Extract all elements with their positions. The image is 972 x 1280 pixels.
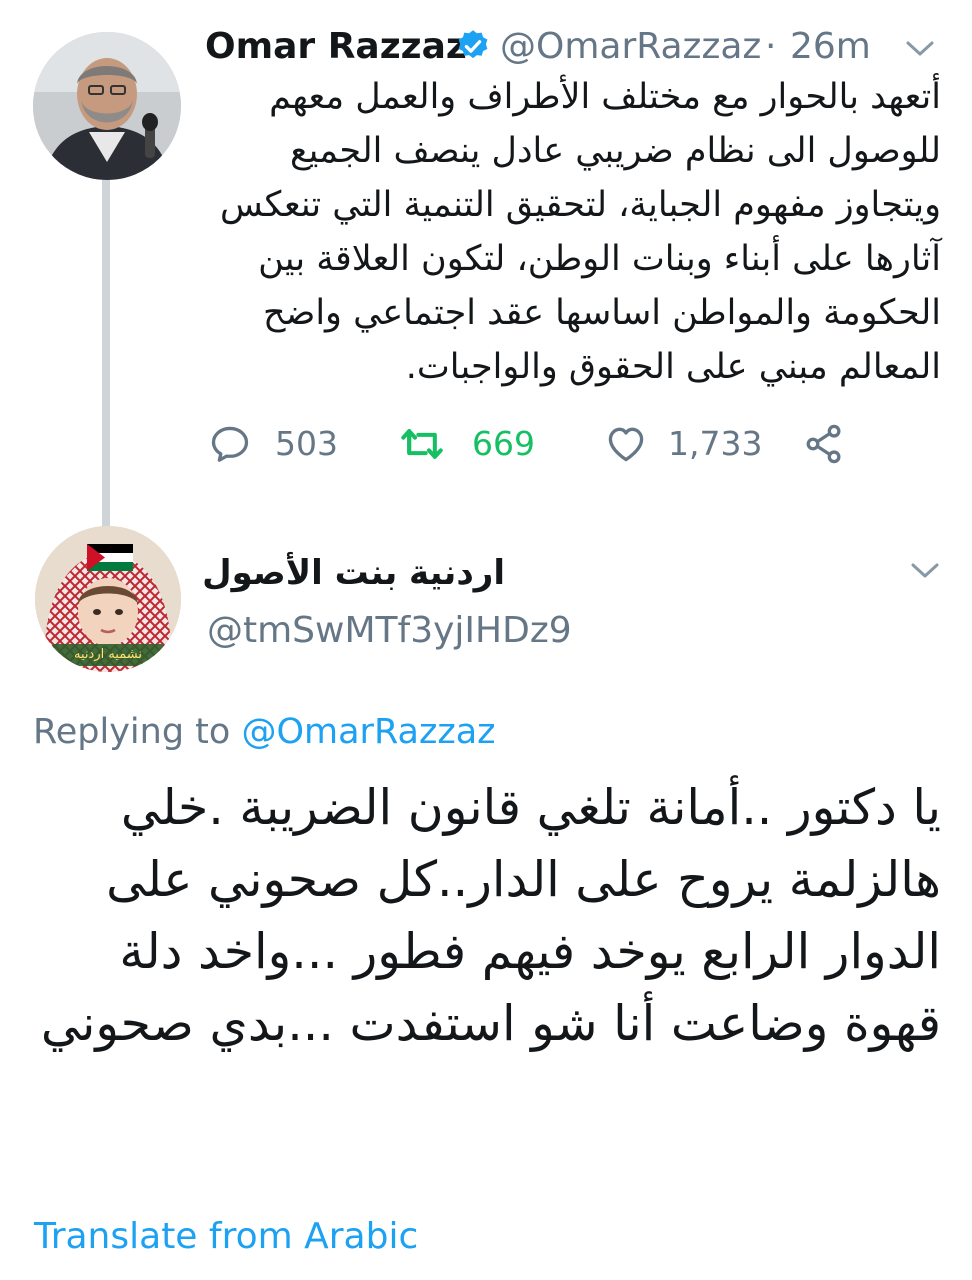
reply-count: 503 xyxy=(275,424,338,463)
replying-to-handle-link[interactable]: @OmarRazzaz xyxy=(241,712,495,752)
retweet-count: 669 xyxy=(472,424,535,463)
chevron-down-icon[interactable] xyxy=(910,562,940,580)
tweet-timestamp[interactable]: 26m xyxy=(790,26,871,67)
share-icon[interactable] xyxy=(802,422,846,466)
avatar[interactable]: نشميه اردنيه xyxy=(35,526,181,672)
author-handle[interactable]: @OmarRazzaz xyxy=(500,26,761,67)
reply-text: يا دكتور ..أمانة تلغي قانون الضريبة .خلي… xyxy=(40,779,941,1052)
like-count: 1,733 xyxy=(668,424,763,463)
author-name[interactable]: اردنية بنت الأصول xyxy=(202,553,505,593)
heart-icon[interactable] xyxy=(604,422,648,466)
flag-icon xyxy=(87,544,133,571)
replying-to: Replying to @OmarRazzaz xyxy=(33,712,496,752)
thread-connector xyxy=(102,178,110,530)
author-name[interactable]: Omar Razzaz xyxy=(205,26,467,67)
reply-icon[interactable] xyxy=(208,422,252,466)
verified-badge-icon xyxy=(458,30,488,59)
retweet-icon[interactable] xyxy=(400,422,444,466)
avatar-caption: نشميه اردنيه xyxy=(74,647,142,662)
replying-to-label: Replying to xyxy=(33,712,231,752)
chevron-down-icon[interactable] xyxy=(905,40,935,58)
avatar-portrait xyxy=(33,32,181,180)
avatar[interactable] xyxy=(33,32,181,180)
separator-dot: · xyxy=(765,26,777,67)
translate-link[interactable]: Translate from Arabic xyxy=(34,1216,418,1257)
tweet-text: أتعهد بالحوار مع مختلف الأطراف والعمل مع… xyxy=(220,77,941,387)
author-handle[interactable]: @tmSwMTf3yjIHDz9 xyxy=(207,610,572,651)
